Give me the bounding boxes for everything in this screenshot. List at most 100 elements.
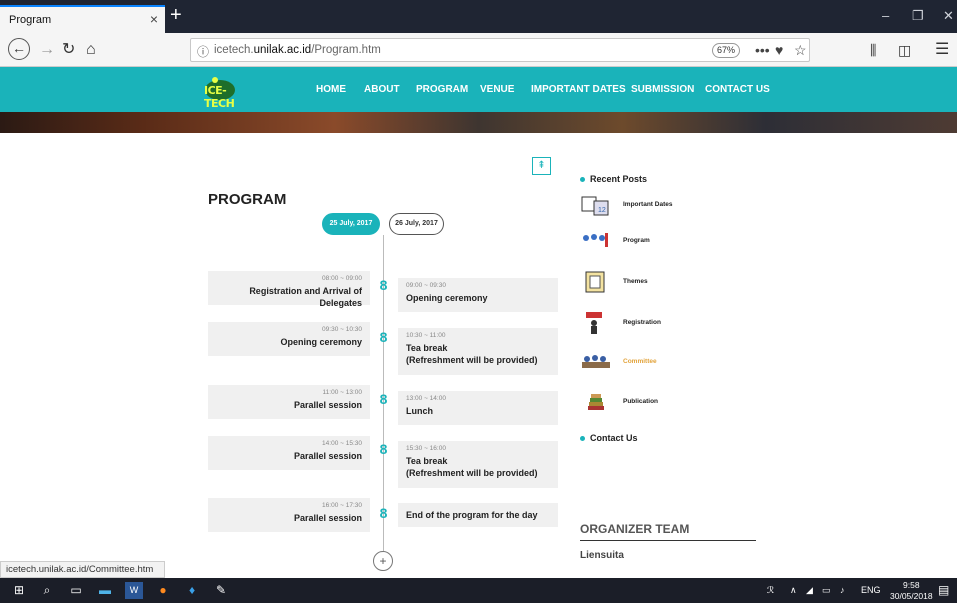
sidebar-icon[interactable]: ◫ — [898, 41, 911, 59]
reload-icon[interactable]: ↻ — [62, 41, 75, 59]
schedule-event: Tea break (Refreshment will be provided) — [406, 343, 538, 365]
back-icon[interactable]: ← — [8, 38, 30, 60]
schedule-event: Lunch — [406, 406, 433, 416]
schedule-time: 15:30 ~ 16:00 — [406, 445, 446, 452]
pin-icon[interactable]: ⇞ — [532, 157, 551, 175]
schedule-event: Opening ceremony — [280, 337, 362, 347]
word-icon[interactable]: W — [125, 582, 143, 599]
minimize-icon[interactable]: – — [882, 8, 889, 23]
pocket-icon[interactable]: ♥ — [775, 42, 783, 58]
network-icon[interactable]: ◢ — [806, 585, 813, 596]
page-actions-icon[interactable]: ••• — [755, 42, 770, 58]
file-explorer-icon[interactable]: ▬ — [96, 582, 114, 599]
tab-program[interactable]: Program × — [0, 5, 165, 33]
logo-text: ICE-TECH — [204, 84, 235, 110]
post-label[interactable]: Publication — [623, 398, 658, 405]
notifications-icon[interactable]: ▤ — [938, 583, 949, 597]
schedule-time: 16:00 ~ 17:30 — [322, 502, 362, 509]
search-icon[interactable]: ⌕ — [38, 582, 56, 599]
schedule-card: 08:00 ~ 09:00 Registration and Arrival o… — [208, 271, 370, 308]
organizer-name: Liensuita — [580, 550, 624, 561]
task-view-icon[interactable]: ▭ — [67, 582, 85, 599]
tray-chevron-icon[interactable]: ∧ — [790, 585, 797, 596]
nav-program[interactable]: PROGRAM — [416, 84, 468, 95]
library-icon[interactable]: ⫼ — [870, 41, 876, 59]
timeline-node-icon: 8 — [379, 391, 388, 407]
browser-titlebar: Program × + – ❐ ✕ — [0, 0, 957, 33]
load-more-button[interactable]: + — [373, 551, 393, 571]
timeline-node-icon: 8 — [379, 441, 388, 457]
organizer-team-heading: ORGANIZER TEAM — [580, 522, 690, 536]
schedule-event: Opening ceremony — [406, 293, 488, 303]
volume-icon[interactable]: ♪ — [840, 585, 845, 595]
schedule-card: 11:00 ~ 13:00 Parallel session — [208, 385, 370, 419]
info-icon[interactable]: ⓘ — [197, 43, 209, 60]
bookmark-star-icon[interactable]: ☆ — [794, 42, 807, 59]
date-tab-25-july[interactable]: 25 July, 2017 — [322, 213, 380, 235]
schedule-event: Parallel session — [293, 451, 362, 461]
schedule-time: 11:00 ~ 13:00 — [322, 389, 362, 396]
schedule-event: Parallel session — [293, 400, 362, 410]
schedule-card: 13:00 ~ 14:00 Lunch — [398, 391, 558, 425]
people-thumb-icon — [583, 233, 608, 247]
zoom-badge[interactable]: 67% — [712, 43, 740, 58]
status-bar-url: icetech.unilak.ac.id/Committee.htm — [0, 561, 165, 578]
windows-start-icon[interactable]: ⊞ — [10, 582, 28, 599]
battery-icon[interactable]: ▭ — [822, 585, 831, 596]
post-label[interactable]: Registration — [623, 319, 661, 326]
books-thumb-icon — [588, 394, 604, 410]
maps-pin-icon[interactable]: ♦ — [183, 582, 201, 599]
schedule-card: 15:30 ~ 16:00 Tea break (Refreshment will… — [398, 441, 558, 488]
post-label[interactable]: Committee — [623, 358, 657, 365]
nav-about[interactable]: ABOUT — [364, 84, 400, 95]
new-tab-button[interactable]: + — [170, 3, 182, 27]
bullet-icon — [580, 177, 585, 183]
timeline-node-icon: 8 — [379, 277, 388, 293]
nav-contact-us[interactable]: CONTACT US — [705, 84, 770, 95]
nav-home[interactable]: HOME — [316, 84, 346, 95]
timeline-node-icon: 8 — [379, 505, 388, 521]
schedule-event: Registration and Arrival of Delegates — [249, 286, 362, 308]
tab-close-icon[interactable]: × — [150, 11, 158, 27]
close-window-icon[interactable]: ✕ — [943, 8, 954, 24]
svg-text:12: 12 — [598, 207, 606, 214]
registration-thumb-icon — [586, 312, 602, 334]
date-tab-26-july[interactable]: 26 July, 2017 — [389, 213, 444, 235]
browser-navbar: ← → ↻ ⌂ ⓘ icetech.unilak.ac.id/Program.h… — [0, 33, 957, 67]
nav-venue[interactable]: VENUE — [480, 84, 514, 95]
url-text: icetech.unilak.ac.id/Program.htm — [214, 44, 381, 56]
schedule-event: Tea break (Refreshment will be provided) — [406, 456, 538, 478]
paint-icon[interactable]: ✎ — [212, 582, 230, 599]
tab-title: Program — [9, 14, 52, 26]
post-label[interactable]: Themes — [623, 278, 648, 285]
schedule-time: 08:00 ~ 09:00 — [322, 275, 362, 282]
schedule-card: 10:30 ~ 11:00 Tea break (Refreshment will… — [398, 328, 558, 375]
menu-icon[interactable]: ☰ — [935, 41, 949, 59]
forward-icon[interactable]: → — [39, 41, 55, 59]
nav-submission[interactable]: SUBMISSION — [631, 84, 694, 95]
schedule-time: 09:30 ~ 10:30 — [322, 326, 362, 333]
language-indicator[interactable]: ENG — [861, 585, 881, 595]
bullet-icon — [580, 436, 585, 442]
system-clock[interactable]: 9:58 30/05/2018 — [890, 580, 933, 602]
address-bar[interactable]: ⓘ icetech.unilak.ac.id/Program.htm 67% •… — [190, 38, 810, 62]
schedule-card: 09:30 ~ 10:30 Opening ceremony — [208, 322, 370, 356]
site-logo[interactable]: ICE-TECH — [200, 76, 254, 110]
book-thumb-icon — [585, 271, 605, 293]
divider — [580, 540, 756, 541]
schedule-time: 13:00 ~ 14:00 — [406, 395, 446, 402]
people-icon[interactable]: ℛ — [767, 585, 774, 596]
calendar-thumb-icon: 12 — [581, 196, 609, 216]
contact-us-heading[interactable]: Contact Us — [580, 433, 638, 443]
nav-important-dates[interactable]: IMPORTANT DATES — [531, 84, 626, 95]
page-title: PROGRAM — [208, 191, 287, 208]
schedule-card: 14:00 ~ 15:30 Parallel session — [208, 436, 370, 470]
schedule-time: 14:00 ~ 15:30 — [322, 440, 362, 447]
post-label[interactable]: Program — [623, 237, 650, 244]
firefox-icon[interactable]: ● — [154, 582, 172, 599]
home-icon[interactable]: ⌂ — [86, 41, 96, 59]
schedule-card: End of the program for the day — [398, 503, 558, 527]
schedule-card: 09:00 ~ 09:30 Opening ceremony — [398, 278, 558, 312]
maximize-icon[interactable]: ❐ — [912, 8, 924, 24]
post-label[interactable]: Important Dates — [623, 201, 672, 208]
